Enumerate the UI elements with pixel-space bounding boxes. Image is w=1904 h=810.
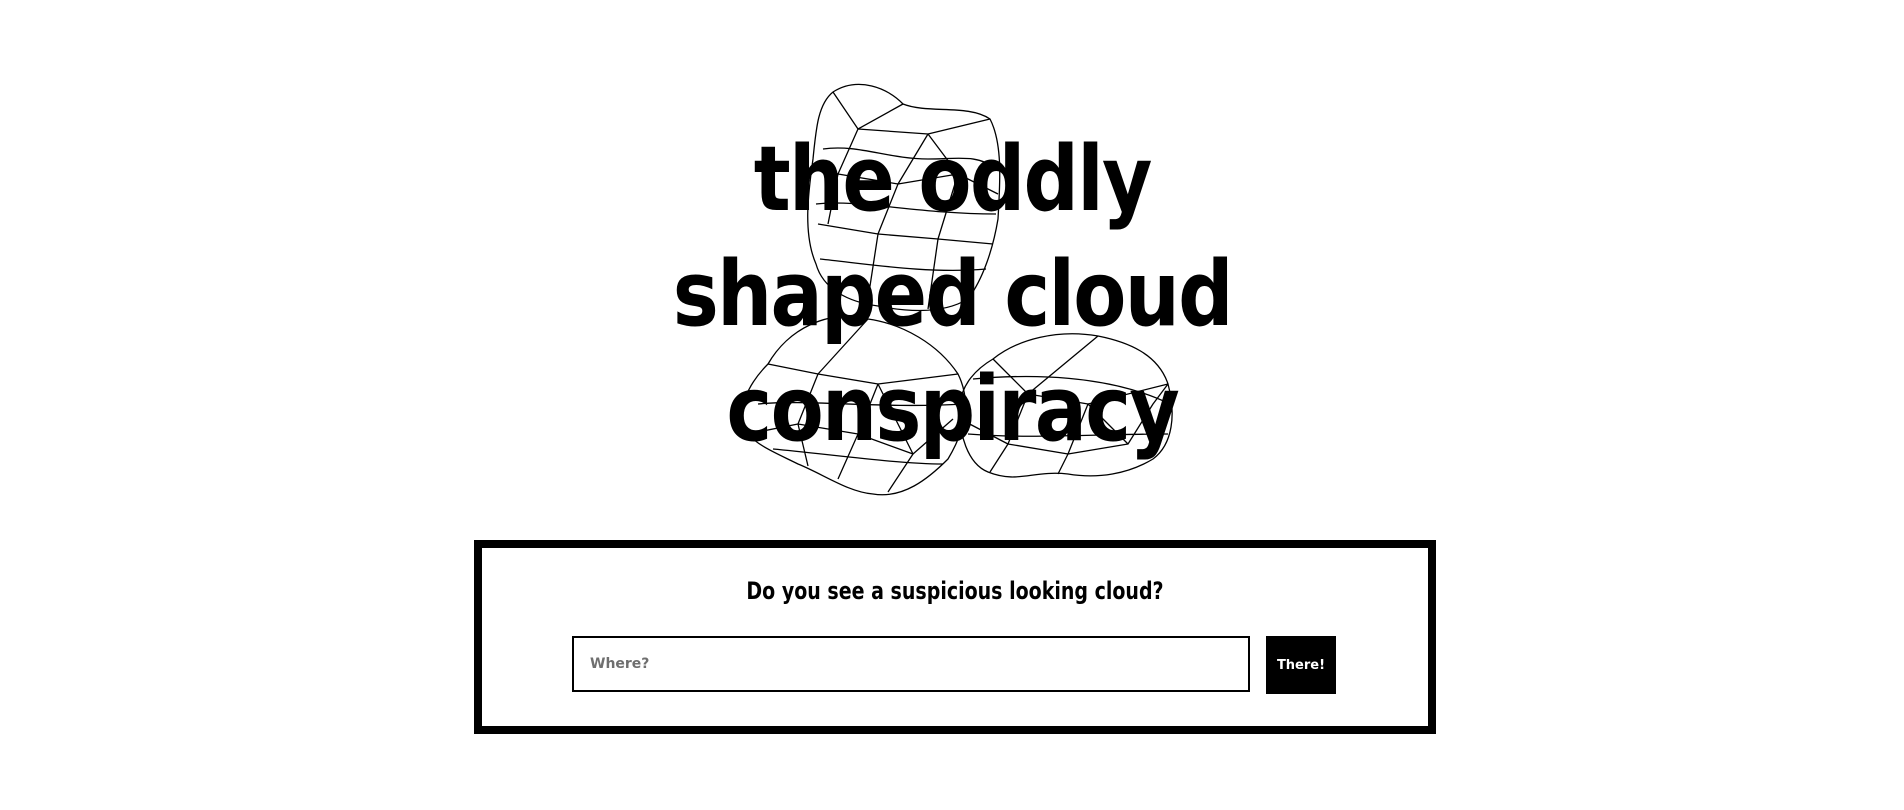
there-button[interactable]: There! <box>1266 636 1336 694</box>
site-title-line-3: conspiracy <box>726 357 1179 462</box>
cloud-report-form: There! <box>572 636 1338 694</box>
report-question: Do you see a suspicious looking cloud? <box>746 577 1164 605</box>
cloud-report-panel: Do you see a suspicious looking cloud? T… <box>474 540 1436 734</box>
site-title-line-2: shaped cloud <box>672 242 1234 347</box>
site-title-line-1: the oddly <box>753 127 1153 232</box>
where-input[interactable] <box>572 636 1250 692</box>
site-title: the oddly shaped cloud conspiracy <box>134 122 1771 467</box>
site-header: the oddly shaped cloud conspiracy <box>0 60 1904 500</box>
page: the oddly shaped cloud conspiracy Do you… <box>0 0 1904 810</box>
